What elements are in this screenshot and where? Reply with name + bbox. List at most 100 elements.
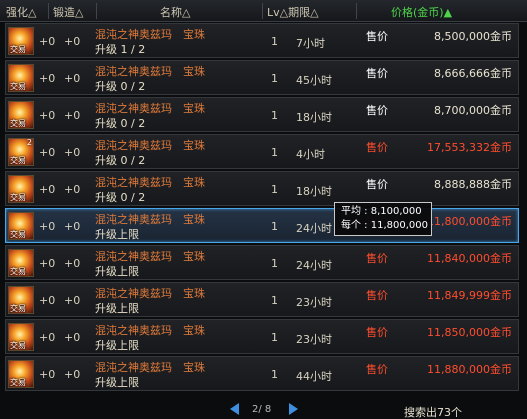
item-name: 混沌之神奥兹玛 宝珠 <box>95 139 205 152</box>
auction-row[interactable]: 交易 +0 +0 混沌之神奥兹玛 宝珠 升级 1 / 2 1 7小时 售价 8,… <box>5 23 519 58</box>
upgrade-status: 升级上限 <box>95 376 139 389</box>
term-value: 24小时 <box>296 222 332 235</box>
auction-row[interactable]: 交易 +0 +0 混沌之神奥兹玛 宝珠 升级 0 / 2 1 45小时 售价 8… <box>5 60 519 95</box>
orb-item-icon[interactable]: 交易 <box>8 64 34 92</box>
upgrade-status: 升级 0 / 2 <box>95 154 146 167</box>
orb-item-icon[interactable]: 交易 <box>8 360 34 388</box>
orb-item-icon[interactable]: 交易 <box>8 27 34 55</box>
level-value: 1 <box>271 146 278 159</box>
term-value: 24小时 <box>296 259 332 272</box>
enhance-value: +0 <box>39 183 56 196</box>
level-value: 1 <box>271 257 278 270</box>
item-name: 混沌之神奥兹玛 宝珠 <box>95 324 205 337</box>
level-value: 1 <box>271 220 278 233</box>
forge-value: +0 <box>64 72 81 85</box>
price-value: 8,666,666金币 <box>434 67 512 80</box>
price-value: 11,850,000金币 <box>427 326 512 339</box>
level-value: 1 <box>271 294 278 307</box>
price-label: 售价 <box>366 326 388 339</box>
orb-item-icon[interactable]: 2 交易 <box>8 138 34 166</box>
orb-item-icon[interactable]: 交易 <box>8 101 34 129</box>
upgrade-status: 升级 0 / 2 <box>95 117 146 130</box>
auction-row[interactable]: 交易 +0 +0 混沌之神奥兹玛 宝珠 升级上限 1 24小时 售价 11,84… <box>5 245 519 280</box>
item-name: 混沌之神奥兹玛 宝珠 <box>95 102 205 115</box>
price-tooltip: 平均 : 8,100,000 每个 : 11,800,000 <box>334 202 432 236</box>
price-label: 售价 <box>366 289 388 302</box>
tooltip-average: 平均 : 8,100,000 <box>341 206 422 217</box>
trade-tag: 交易 <box>10 119 26 128</box>
header-divider <box>96 3 97 19</box>
enhance-value: +0 <box>39 35 56 48</box>
enhance-value: +0 <box>39 368 56 381</box>
auction-row[interactable]: 交易 +0 +0 混沌之神奥兹玛 宝珠 升级上限 1 23小时 售价 11,84… <box>5 282 519 317</box>
orb-item-icon[interactable]: 交易 <box>8 212 34 240</box>
upgrade-status: 升级 0 / 2 <box>95 80 146 93</box>
price-label: 售价 <box>366 141 388 154</box>
trade-tag: 交易 <box>10 193 26 202</box>
price-value: 17,553,332金币 <box>427 141 512 154</box>
forge-value: +0 <box>64 183 81 196</box>
price-value: 11,849,999金币 <box>427 289 512 302</box>
stack-count: 2 <box>26 138 32 147</box>
forge-value: +0 <box>64 331 81 344</box>
auction-row[interactable]: 2 交易 +0 +0 混沌之神奥兹玛 宝珠 升级 0 / 2 1 4小时 售价 … <box>5 134 519 169</box>
auction-row-selected[interactable]: 交易 +0 +0 混沌之神奥兹玛 宝珠 升级上限 1 24小时 售价 11,80… <box>5 208 519 243</box>
term-value: 4小时 <box>296 148 325 161</box>
price-label: 售价 <box>366 104 388 117</box>
orb-item-icon[interactable]: 交易 <box>8 323 34 351</box>
next-page-arrow-icon[interactable] <box>289 403 298 415</box>
level-value: 1 <box>271 72 278 85</box>
tooltip-each: 每个 : 11,800,000 <box>341 220 428 231</box>
enhance-value: +0 <box>39 331 56 344</box>
pagination-bar: 2/ 8 搜索出73个 <box>0 398 527 419</box>
item-name: 混沌之神奥兹玛 宝珠 <box>95 250 205 263</box>
upgrade-status: 升级上限 <box>95 302 139 315</box>
sort-name-header[interactable]: 名称△ <box>160 4 190 20</box>
auction-row[interactable]: 交易 +0 +0 混沌之神奥兹玛 宝珠 升级上限 1 44小时 售价 11,88… <box>5 356 519 391</box>
prev-page-arrow-icon[interactable] <box>230 403 239 415</box>
price-value: 8,888,888金币 <box>434 178 512 191</box>
item-name: 混沌之神奥兹玛 宝珠 <box>95 213 205 226</box>
auction-row[interactable]: 交易 +0 +0 混沌之神奥兹玛 宝珠 升级上限 1 23小时 售价 11,85… <box>5 319 519 354</box>
header-divider <box>48 3 49 19</box>
trade-tag: 交易 <box>10 45 26 54</box>
orb-item-icon[interactable]: 交易 <box>8 249 34 277</box>
level-value: 1 <box>271 109 278 122</box>
level-value: 1 <box>271 368 278 381</box>
header-divider <box>356 3 357 19</box>
forge-value: +0 <box>64 368 81 381</box>
column-header-bar: 强化△ 锻造△ 名称△ Lv△期限△ 价格(金币)▲ <box>0 0 527 22</box>
forge-value: +0 <box>64 257 81 270</box>
level-value: 1 <box>271 331 278 344</box>
auction-row[interactable]: 交易 +0 +0 混沌之神奥兹玛 宝珠 升级 0 / 2 1 18小时 售价 8… <box>5 171 519 206</box>
orb-item-icon[interactable]: 交易 <box>8 286 34 314</box>
price-value: 8,500,000金币 <box>434 30 512 43</box>
price-label: 售价 <box>366 252 388 265</box>
price-value: 11,840,000金币 <box>427 252 512 265</box>
level-value: 1 <box>271 35 278 48</box>
sort-forge-header[interactable]: 锻造△ <box>53 4 83 20</box>
enhance-value: +0 <box>39 72 56 85</box>
auction-row[interactable]: 交易 +0 +0 混沌之神奥兹玛 宝珠 升级 0 / 2 1 18小时 售价 8… <box>5 97 519 132</box>
forge-value: +0 <box>64 220 81 233</box>
term-value: 18小时 <box>296 111 332 124</box>
term-value: 44小时 <box>296 370 332 383</box>
trade-tag: 交易 <box>10 156 26 165</box>
trade-tag: 交易 <box>10 230 26 239</box>
enhance-value: +0 <box>39 294 56 307</box>
enhance-value: +0 <box>39 220 56 233</box>
item-name: 混沌之神奥兹玛 宝珠 <box>95 65 205 78</box>
forge-value: +0 <box>64 35 81 48</box>
forge-value: +0 <box>64 146 81 159</box>
term-value: 7小时 <box>296 37 325 50</box>
enhance-value: +0 <box>39 257 56 270</box>
item-name: 混沌之神奥兹玛 宝珠 <box>95 361 205 374</box>
sort-level-term-header[interactable]: Lv△期限△ <box>267 4 319 20</box>
item-name: 混沌之神奥兹玛 宝珠 <box>95 176 205 189</box>
price-value: 11,800,000金币 <box>427 215 512 228</box>
orb-item-icon[interactable]: 交易 <box>8 175 34 203</box>
trade-tag: 交易 <box>10 341 26 350</box>
trade-tag: 交易 <box>10 304 26 313</box>
sort-enhance-header[interactable]: 强化△ <box>6 4 36 20</box>
sort-price-header[interactable]: 价格(金币)▲ <box>391 4 452 20</box>
